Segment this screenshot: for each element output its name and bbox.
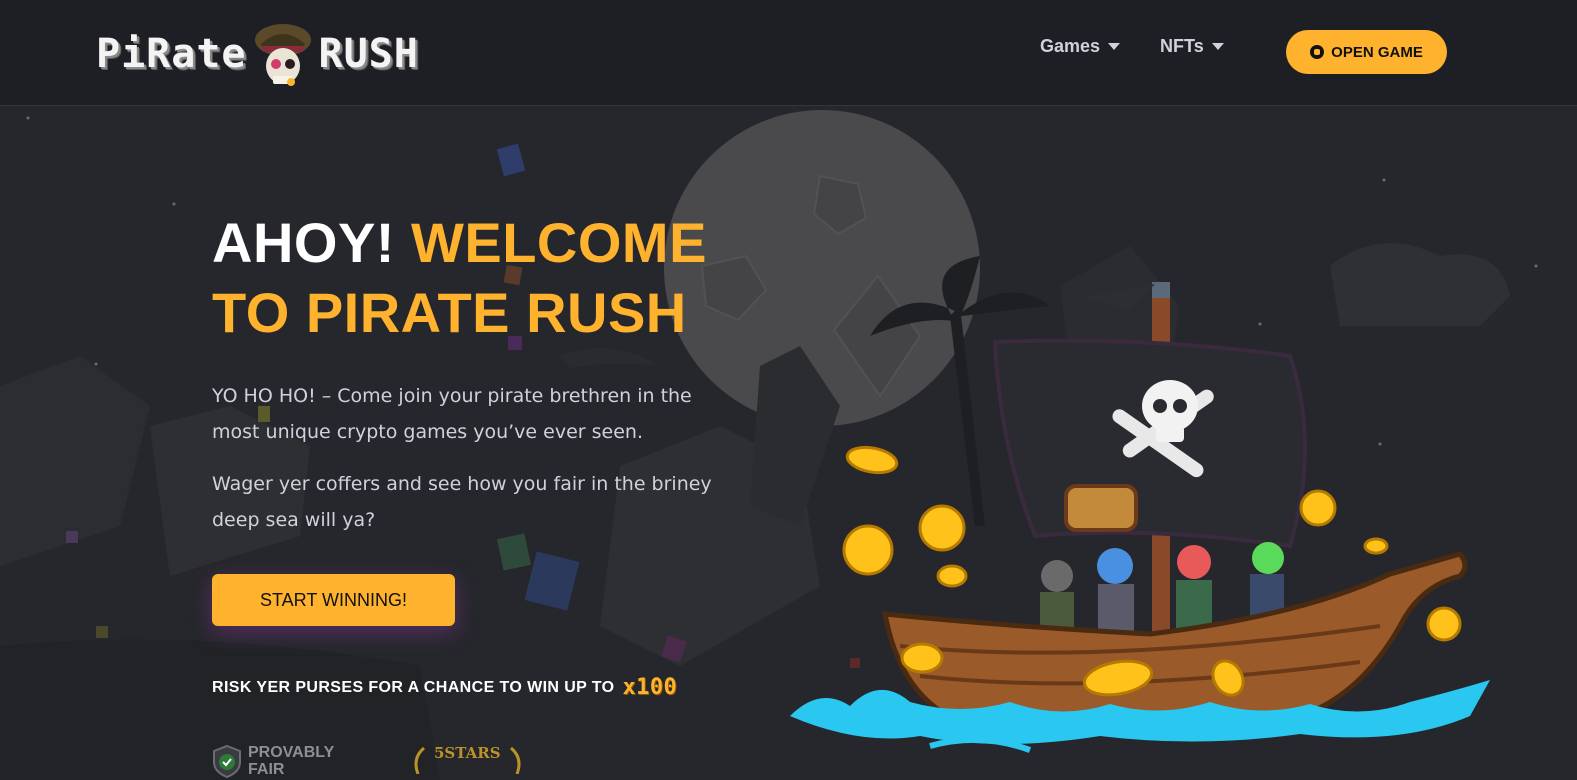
risk-tagline: RISK YER PURSES FOR A CHANCE TO WIN UP T… xyxy=(212,675,677,700)
nav-games-dropdown[interactable]: Games xyxy=(1040,36,1121,57)
lock-icon xyxy=(1310,45,1325,59)
hero-paragraph-2: Wager yer coffers and see how you fair i… xyxy=(212,473,712,531)
shield-check-icon xyxy=(212,744,242,780)
chevron-down-icon xyxy=(1108,43,1121,50)
nav-games-label: Games xyxy=(1040,36,1101,56)
hero-paragraph-1: YO HO HO! – Come join your pirate brethr… xyxy=(212,385,692,443)
logo-text-right: RUSH xyxy=(318,31,419,77)
hero-title-ahoy: AHOY! xyxy=(212,211,395,274)
chevron-down-icon xyxy=(1211,43,1224,50)
trust-badges: PROVABLY FAIR 5STARS xyxy=(212,744,527,780)
laurel-icon xyxy=(408,744,428,778)
hero-title: AHOY! WELCOME TO PIRATE RUSH xyxy=(212,208,772,348)
skull-logo-icon xyxy=(253,14,313,94)
risk-text: RISK YER PURSES FOR A CHANCE TO WIN UP T… xyxy=(212,678,615,696)
open-game-button[interactable]: OPEN GAME xyxy=(1286,30,1447,74)
pirate-rush-logo[interactable]: PiRate RUSH xyxy=(96,14,426,94)
five-stars-badge: 5STARS xyxy=(408,744,527,780)
open-game-label: OPEN GAME xyxy=(1331,43,1423,61)
site-header: PiRate RUSH Games NFTs OPEN GAME xyxy=(0,0,1577,106)
logo-text-left: PiRate xyxy=(96,31,247,77)
start-winning-button[interactable]: START WINNING! xyxy=(212,574,455,626)
hero-title-pirate-rush: TO PIRATE RUSH xyxy=(212,281,687,344)
multiplier-badge: x100 xyxy=(622,675,678,700)
nav-nfts-label: NFTs xyxy=(1160,36,1204,56)
nav-nfts-dropdown[interactable]: NFTs xyxy=(1160,36,1224,57)
provably-fair-label: PROVABLY FAIR xyxy=(248,744,334,778)
hero-title-welcome: WELCOME xyxy=(411,211,707,274)
provably-fair-badge: PROVABLY FAIR xyxy=(212,744,348,780)
main-nav: Games NFTs xyxy=(1040,36,1224,57)
laurel-icon xyxy=(507,744,527,778)
five-stars-label: 5STARS xyxy=(434,744,501,762)
